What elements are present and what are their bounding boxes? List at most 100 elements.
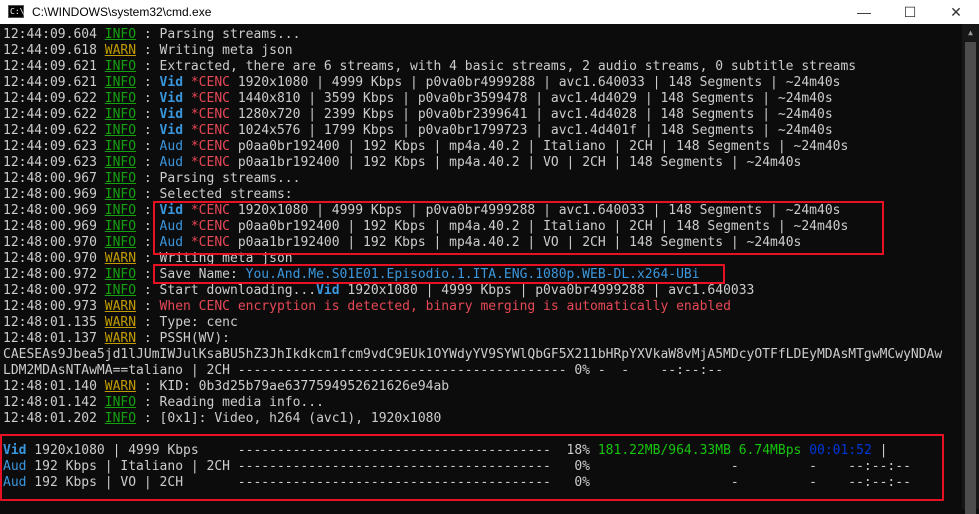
log-segment: CAESEAs9Jbea5jd1lJUmIWJulKsaBU5hZ3JhIkdk… xyxy=(3,347,943,362)
log-segment: 12:48:00.969 xyxy=(3,203,105,218)
log-segment: : Writing meta json xyxy=(136,43,293,58)
log-segment: INFO xyxy=(104,267,137,282)
log-line: 12:44:09.623 INFO : Aud *CENC p0aa1br192… xyxy=(3,155,801,171)
log-segment: INFO xyxy=(104,203,137,218)
log-segment: 1280x720 | 2399 Kbps | p0va0br2399641 | … xyxy=(230,107,833,122)
scrollbar-thumb[interactable] xyxy=(965,42,976,514)
log-segment: : xyxy=(136,123,160,138)
log-segment: WARN xyxy=(104,43,137,58)
log-segment: When CENC encryption is detected, binary… xyxy=(159,299,731,314)
log-segment: 1024x576 | 1799 Kbps | p0va0br1799723 | … xyxy=(230,123,833,138)
log-segment: INFO xyxy=(104,283,137,298)
log-segment: INFO xyxy=(104,27,137,42)
log-segment: *CENC xyxy=(190,139,230,154)
log-segment: INFO xyxy=(104,219,137,234)
log-segment: *CENC xyxy=(190,123,230,138)
log-segment xyxy=(183,75,191,90)
log-segment xyxy=(183,139,191,154)
log-segment: : xyxy=(136,91,160,106)
log-segment: : Start downloading... xyxy=(136,283,317,298)
log-segment: INFO xyxy=(104,395,137,410)
log-segment: 12:48:00.967 xyxy=(3,171,105,186)
log-segment: INFO xyxy=(104,235,137,250)
log-segment: INFO xyxy=(104,139,137,154)
log-line: 12:48:01.140 WARN : KID: 0b3d25b79ae6377… xyxy=(3,379,449,395)
log-segment: Vid xyxy=(159,123,184,138)
log-segment: *CENC xyxy=(190,91,230,106)
log-segment: : KID: 0b3d25b79ae6377594952621626e94ab xyxy=(136,379,450,394)
log-segment: 12:48:01.202 xyxy=(3,411,105,426)
log-segment: 12:44:09.621 xyxy=(3,59,105,74)
log-segment: 12:48:00.970 xyxy=(3,251,105,266)
log-segment: 12:44:09.621 xyxy=(3,75,105,90)
log-segment: INFO xyxy=(104,91,137,106)
log-segment: Vid xyxy=(159,107,184,122)
log-line: 12:44:09.622 INFO : Vid *CENC 1280x720 |… xyxy=(3,107,833,123)
window-title: C:\WINDOWS\system32\cmd.exe xyxy=(32,5,212,19)
maximize-button[interactable]: ☐ xyxy=(887,0,933,24)
log-segment: : xyxy=(136,139,160,154)
log-line: LDM2MDAsNTAwMA==taliano | 2CH ----------… xyxy=(3,363,723,379)
log-segment: WARN xyxy=(104,379,137,394)
log-segment: Vid xyxy=(159,75,184,90)
log-segment: 12:48:00.969 xyxy=(3,219,105,234)
log-segment: 12:48:01.137 xyxy=(3,331,105,346)
log-line: 12:44:09.623 INFO : Aud *CENC p0aa0br192… xyxy=(3,139,848,155)
log-line: 12:44:09.621 INFO : Vid *CENC 1920x1080 … xyxy=(3,75,840,91)
log-segment: 12:44:09.622 xyxy=(3,107,105,122)
minimize-button[interactable]: — xyxy=(841,0,887,24)
scroll-up-arrow-icon[interactable]: ▲ xyxy=(962,24,979,41)
log-segment: 12:44:09.623 xyxy=(3,139,105,154)
log-segment: INFO xyxy=(104,155,137,170)
log-segment xyxy=(183,107,191,122)
log-segment: : Reading media info... xyxy=(136,395,324,410)
log-line: 12:48:01.142 INFO : Reading media info..… xyxy=(3,395,324,411)
log-segment: INFO xyxy=(104,171,137,186)
log-segment: : Selected streams: xyxy=(136,187,293,202)
log-segment: 12:44:09.622 xyxy=(3,91,105,106)
log-segment xyxy=(183,91,191,106)
log-segment: : Type: cenc xyxy=(136,315,238,330)
log-line: 12:48:01.135 WARN : Type: cenc xyxy=(3,315,238,331)
log-segment: INFO xyxy=(104,75,137,90)
log-segment: 12:44:09.604 xyxy=(3,27,105,42)
log-segment: : xyxy=(136,299,160,314)
log-segment: : PSSH(WV): xyxy=(136,331,230,346)
log-segment: : xyxy=(136,155,160,170)
log-segment: INFO xyxy=(104,187,137,202)
log-segment: 12:48:00.973 xyxy=(3,299,105,314)
log-segment: Aud xyxy=(159,155,184,170)
log-segment: Aud xyxy=(159,139,184,154)
log-line: 12:44:09.622 INFO : Vid *CENC 1024x576 |… xyxy=(3,123,833,139)
highlight-progress xyxy=(0,434,944,501)
log-segment: *CENC xyxy=(190,75,230,90)
log-segment: LDM2MDAsNTAwMA==taliano | 2CH ----------… xyxy=(3,363,724,378)
vertical-scrollbar[interactable]: ▲ xyxy=(962,24,979,514)
log-segment xyxy=(183,123,191,138)
log-segment: WARN xyxy=(104,299,137,314)
title-bar: C:\ C:\WINDOWS\system32\cmd.exe — ☐ ✕ xyxy=(0,0,979,24)
log-segment: WARN xyxy=(104,251,137,266)
log-line: 12:44:09.604 INFO : Parsing streams... xyxy=(3,27,300,43)
highlight-save-name xyxy=(153,264,725,284)
log-line: 12:44:09.622 INFO : Vid *CENC 1440x810 |… xyxy=(3,91,833,107)
log-line: 12:48:01.202 INFO : [0x1]: Video, h264 (… xyxy=(3,411,441,427)
log-segment: WARN xyxy=(104,331,137,346)
log-segment: INFO xyxy=(104,59,137,74)
log-segment: 12:48:00.972 xyxy=(3,267,105,282)
log-segment: 12:48:00.969 xyxy=(3,187,105,202)
log-segment: 12:48:00.972 xyxy=(3,283,105,298)
log-segment: 12:48:01.140 xyxy=(3,379,105,394)
log-line: CAESEAs9Jbea5jd1lJUmIWJulKsaBU5hZ3JhIkdk… xyxy=(3,347,942,363)
close-button[interactable]: ✕ xyxy=(933,0,979,24)
log-segment: 12:44:09.623 xyxy=(3,155,105,170)
log-line: 12:44:09.618 WARN : Writing meta json xyxy=(3,43,293,59)
log-segment: : xyxy=(136,75,160,90)
log-segment: WARN xyxy=(104,315,137,330)
log-segment: 12:48:01.135 xyxy=(3,315,105,330)
log-segment: 1440x810 | 3599 Kbps | p0va0br3599478 | … xyxy=(230,91,833,106)
log-segment: : xyxy=(136,107,160,122)
log-segment: 12:48:01.142 xyxy=(3,395,105,410)
log-segment: p0aa1br192400 | 192 Kbps | mp4a.40.2 | V… xyxy=(230,155,802,170)
log-segment xyxy=(183,155,191,170)
